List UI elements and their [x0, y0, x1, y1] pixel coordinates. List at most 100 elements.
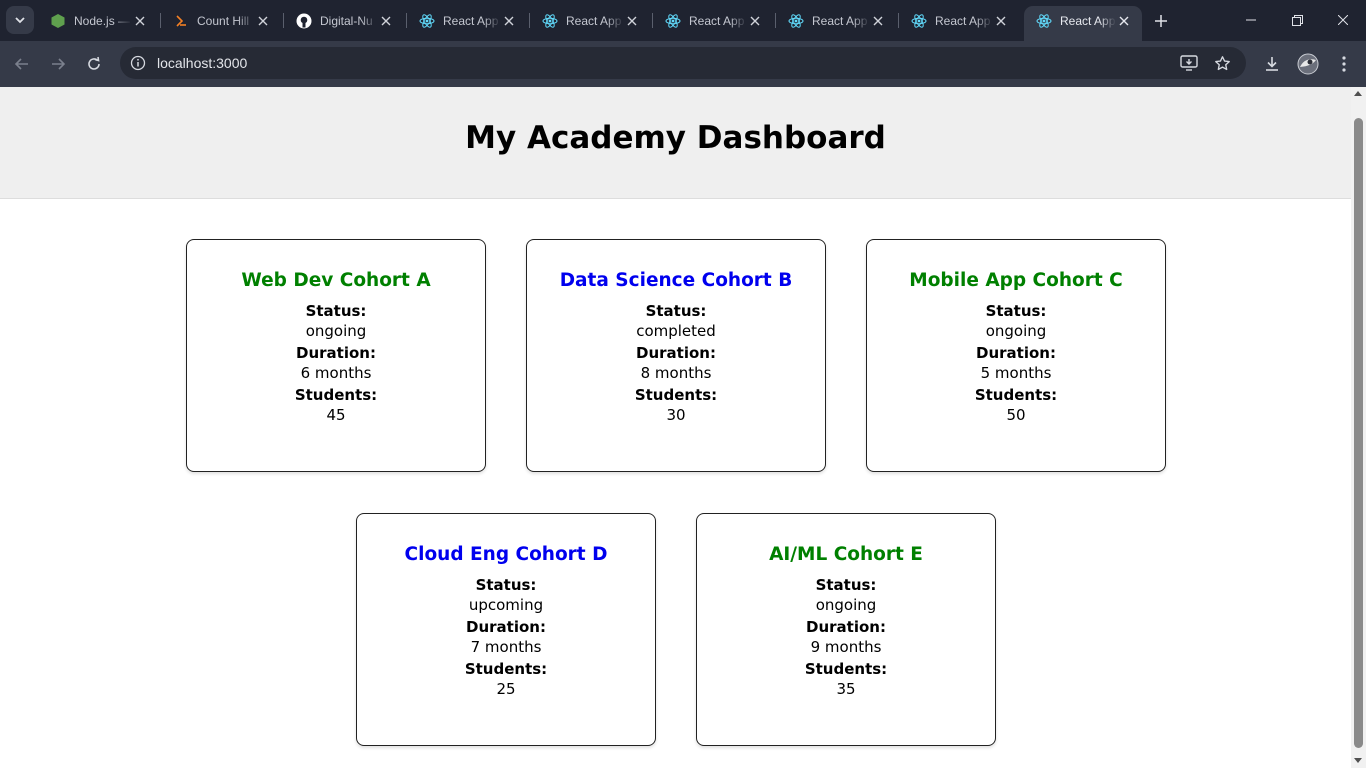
- scroll-down-arrow[interactable]: [1354, 758, 1362, 763]
- more-vert-icon: [1342, 56, 1346, 72]
- cohort-name: Data Science Cohort B: [559, 270, 793, 291]
- tab-count-hill[interactable]: Count Hill: [161, 6, 281, 35]
- students-value: 50: [1006, 406, 1026, 424]
- scroll-thumb[interactable]: [1354, 118, 1363, 748]
- close-icon[interactable]: [501, 13, 517, 29]
- status-value: upcoming: [468, 596, 544, 614]
- downloads-button[interactable]: [1257, 49, 1287, 79]
- tab-github[interactable]: Digital-Nu: [284, 6, 404, 35]
- minimize-button[interactable]: [1228, 0, 1274, 40]
- cohort-card: Data Science Cohort B Status: completed Dur…: [526, 239, 826, 472]
- tab-react-app-active[interactable]: React App: [1024, 6, 1142, 41]
- duration-value: 9 months: [810, 638, 882, 656]
- download-icon: [1266, 57, 1278, 71]
- tab-nodejs[interactable]: Node.js —: [38, 6, 158, 35]
- tab-title: Count Hill: [197, 13, 250, 28]
- tab-search-button[interactable]: [6, 6, 34, 34]
- close-icon: [1338, 15, 1348, 25]
- duration-label: Duration:: [636, 344, 716, 362]
- close-icon[interactable]: [747, 13, 763, 29]
- duration-label: Duration:: [296, 344, 376, 362]
- tab-title: React App: [443, 13, 499, 28]
- status-label: Status:: [985, 302, 1047, 320]
- duration-value: 7 months: [470, 638, 542, 656]
- github-icon: [296, 13, 312, 29]
- react-icon: [665, 13, 681, 29]
- cohort-field-status: Status: ongoing: [867, 302, 1165, 340]
- restore-button[interactable]: [1274, 0, 1320, 40]
- students-label: Students:: [804, 660, 888, 678]
- react-icon: [788, 13, 804, 29]
- tab-react-app[interactable]: React App: [776, 6, 896, 35]
- cohort-card: Mobile App Cohort C Status: ongoing Duratio…: [866, 239, 1166, 472]
- close-icon[interactable]: [624, 13, 640, 29]
- plus-icon: [1155, 15, 1167, 27]
- site-info-icon[interactable]: [128, 53, 148, 73]
- tab-title: React App: [689, 13, 745, 28]
- close-icon[interactable]: [378, 13, 394, 29]
- cohort-field-status: Status: upcoming: [357, 576, 655, 614]
- students-value: 25: [496, 680, 516, 698]
- cohort-name: Web Dev Cohort A: [241, 270, 431, 291]
- browser-toolbar: localhost:3000: [0, 41, 1366, 87]
- tab-react-app[interactable]: React App: [653, 6, 773, 35]
- star-icon[interactable]: [1210, 52, 1234, 74]
- react-icon: [1036, 13, 1052, 29]
- address-bar[interactable]: localhost:3000: [120, 47, 1246, 79]
- react-icon: [911, 13, 927, 29]
- tab-title: React App: [812, 13, 868, 28]
- tab-react-app[interactable]: React App: [899, 6, 1019, 35]
- reload-icon: [88, 56, 100, 70]
- cohort-field-students: Students: 30: [527, 386, 825, 424]
- back-button[interactable]: [7, 49, 37, 79]
- cohort-field-status: Status: ongoing: [187, 302, 485, 340]
- cohort-field-students: Students: 50: [867, 386, 1165, 424]
- reload-button[interactable]: [79, 49, 109, 79]
- tab-react-app[interactable]: React App: [407, 6, 527, 35]
- nodejs-icon: [50, 13, 66, 29]
- close-icon[interactable]: [870, 13, 886, 29]
- duration-label: Duration:: [976, 344, 1056, 362]
- cohort-field-students: Students: 45: [187, 386, 485, 424]
- avatar: [1297, 53, 1319, 75]
- scroll-up-arrow[interactable]: [1354, 91, 1362, 96]
- cohort-field-status: Status: completed: [527, 302, 825, 340]
- tab-react-app[interactable]: React App: [530, 6, 650, 35]
- tab-title: Digital-Nu: [320, 13, 373, 28]
- new-tab-button[interactable]: [1150, 10, 1172, 32]
- students-label: Students:: [974, 386, 1058, 404]
- cohort-field-duration: Duration: 9 months: [697, 618, 995, 656]
- react-icon: [542, 13, 558, 29]
- page-header: My Academy Dashboard: [0, 87, 1351, 199]
- tab-title: React App: [566, 13, 622, 28]
- chevron-down-icon: [15, 17, 25, 24]
- cohort-field-duration: Duration: 8 months: [527, 344, 825, 382]
- vertical-scrollbar[interactable]: [1351, 87, 1366, 768]
- students-value: 30: [666, 406, 686, 424]
- install-app-icon[interactable]: [1177, 52, 1201, 74]
- tab-title: React App: [935, 13, 991, 28]
- forward-button[interactable]: [43, 49, 73, 79]
- close-icon[interactable]: [132, 13, 148, 29]
- cohort-card: AI/ML Cohort E Status: ongoing Duration: 9 m…: [696, 513, 996, 746]
- close-window-button[interactable]: [1320, 0, 1366, 40]
- students-value: 35: [836, 680, 856, 698]
- react-icon: [419, 13, 435, 29]
- cohort-card: Web Dev Cohort A Status: ongoing Duration: 6…: [186, 239, 486, 472]
- tab-title: Node.js —: [74, 13, 131, 28]
- close-icon[interactable]: [993, 13, 1009, 29]
- cohort-field-students: Students: 25: [357, 660, 655, 698]
- close-icon[interactable]: [255, 13, 271, 29]
- duration-value: 8 months: [640, 364, 712, 382]
- arrow-left-icon: [14, 58, 28, 70]
- status-value: ongoing: [985, 322, 1047, 340]
- close-icon[interactable]: [1116, 13, 1132, 29]
- students-value: 45: [326, 406, 346, 424]
- cohort-name: Mobile App Cohort C: [909, 270, 1123, 291]
- url-text[interactable]: localhost:3000: [157, 55, 247, 71]
- profile-button[interactable]: [1293, 49, 1323, 79]
- menu-button[interactable]: [1329, 49, 1359, 79]
- tab-strip: Node.js — Count Hill Digital-Nu React Ap…: [0, 0, 1366, 41]
- status-label: Status:: [645, 302, 707, 320]
- status-value: ongoing: [305, 322, 367, 340]
